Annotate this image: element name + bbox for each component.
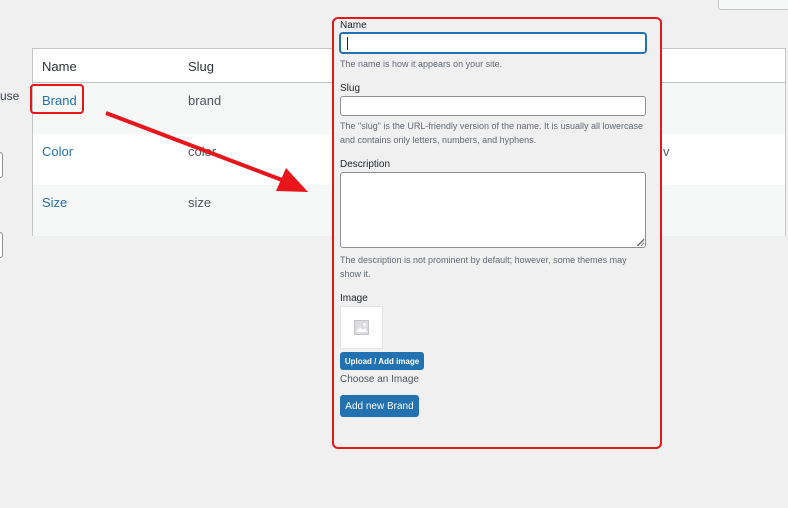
name-help-text: The name is how it appears on your site. — [340, 59, 503, 69]
upload-image-button[interactable]: Upload / Add image — [340, 352, 424, 370]
name-label: Name — [340, 20, 367, 31]
resize-grip-icon[interactable] — [638, 240, 644, 246]
slug-help-text: The "slug" is the URL-friendly version o… — [340, 121, 644, 145]
description-help-text: The description is not prominent by defa… — [340, 255, 627, 279]
text-caret — [347, 37, 348, 50]
name-input[interactable] — [340, 33, 646, 53]
slug-input[interactable] — [340, 96, 646, 116]
description-textarea[interactable] — [340, 172, 646, 248]
choose-image-text: Choose an Image — [340, 374, 419, 385]
image-preview — [340, 306, 383, 349]
image-placeholder-icon — [354, 320, 369, 335]
description-label: Description — [340, 159, 391, 170]
add-new-brand-button[interactable]: Add new Brand — [340, 395, 419, 417]
slug-label: Slug — [340, 83, 361, 94]
image-label: Image — [340, 293, 368, 304]
